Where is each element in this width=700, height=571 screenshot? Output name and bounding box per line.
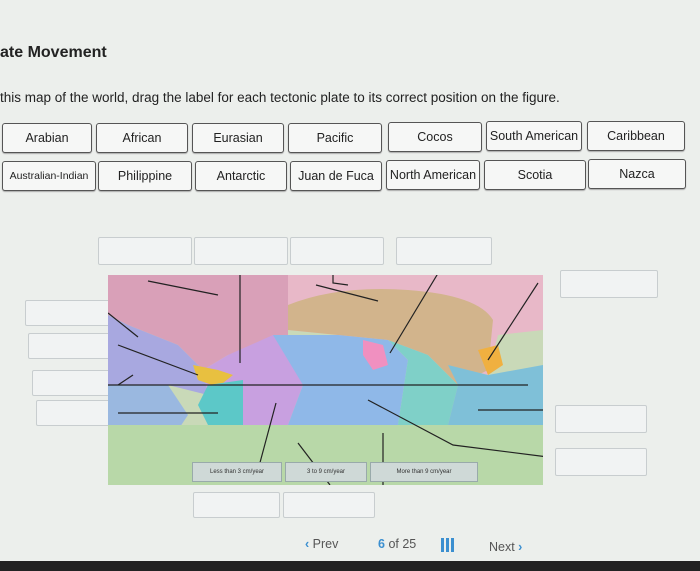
grid-icon[interactable] [441,538,455,552]
instructions: this map of the world, drag the label fo… [0,90,560,105]
drop-target[interactable] [193,492,280,518]
chevron-right-icon: › [514,540,523,554]
drop-target[interactable] [396,237,492,265]
label-caribbean[interactable]: Caribbean [587,121,685,151]
label-australian-indian[interactable]: Australian-Indian [2,161,96,191]
label-scotia[interactable]: Scotia [484,160,586,190]
drop-target[interactable] [36,400,114,426]
label-juan-de-fuca[interactable]: Juan de Fuca [290,161,382,191]
page-title: ate Movement [0,44,107,61]
drop-target[interactable] [98,237,192,265]
label-arabian[interactable]: Arabian [2,123,92,153]
drop-target[interactable] [555,448,647,476]
legend-fast: More than 9 cm/year [370,462,478,482]
prev-button[interactable]: ‹ Prev [305,537,338,551]
legend-medium: 3 to 9 cm/year [285,462,367,482]
drop-target[interactable] [290,237,384,265]
label-south-american[interactable]: South American [486,121,582,151]
drop-target[interactable] [555,405,647,433]
chevron-left-icon: ‹ [305,537,313,551]
label-eurasian[interactable]: Eurasian [192,123,284,153]
drop-target[interactable] [194,237,288,265]
drop-target[interactable] [560,270,658,298]
label-philippine[interactable]: Philippine [98,161,192,191]
next-button[interactable]: Next › [489,540,522,554]
legend-slow: Less than 3 cm/year [192,462,282,482]
screen-bezel [0,561,700,571]
label-african[interactable]: African [96,123,188,153]
label-nazca[interactable]: Nazca [588,159,686,189]
drop-target[interactable] [25,300,112,326]
label-north-american[interactable]: North American [386,160,480,190]
label-cocos[interactable]: Cocos [388,122,482,152]
label-antarctic[interactable]: Antarctic [195,161,287,191]
drop-target[interactable] [283,492,375,518]
page-indicator: 6 of 25 [378,537,417,551]
drop-target[interactable] [28,333,112,359]
label-pacific[interactable]: Pacific [288,123,382,153]
world-plate-map [108,275,543,485]
drop-target[interactable] [32,370,114,396]
